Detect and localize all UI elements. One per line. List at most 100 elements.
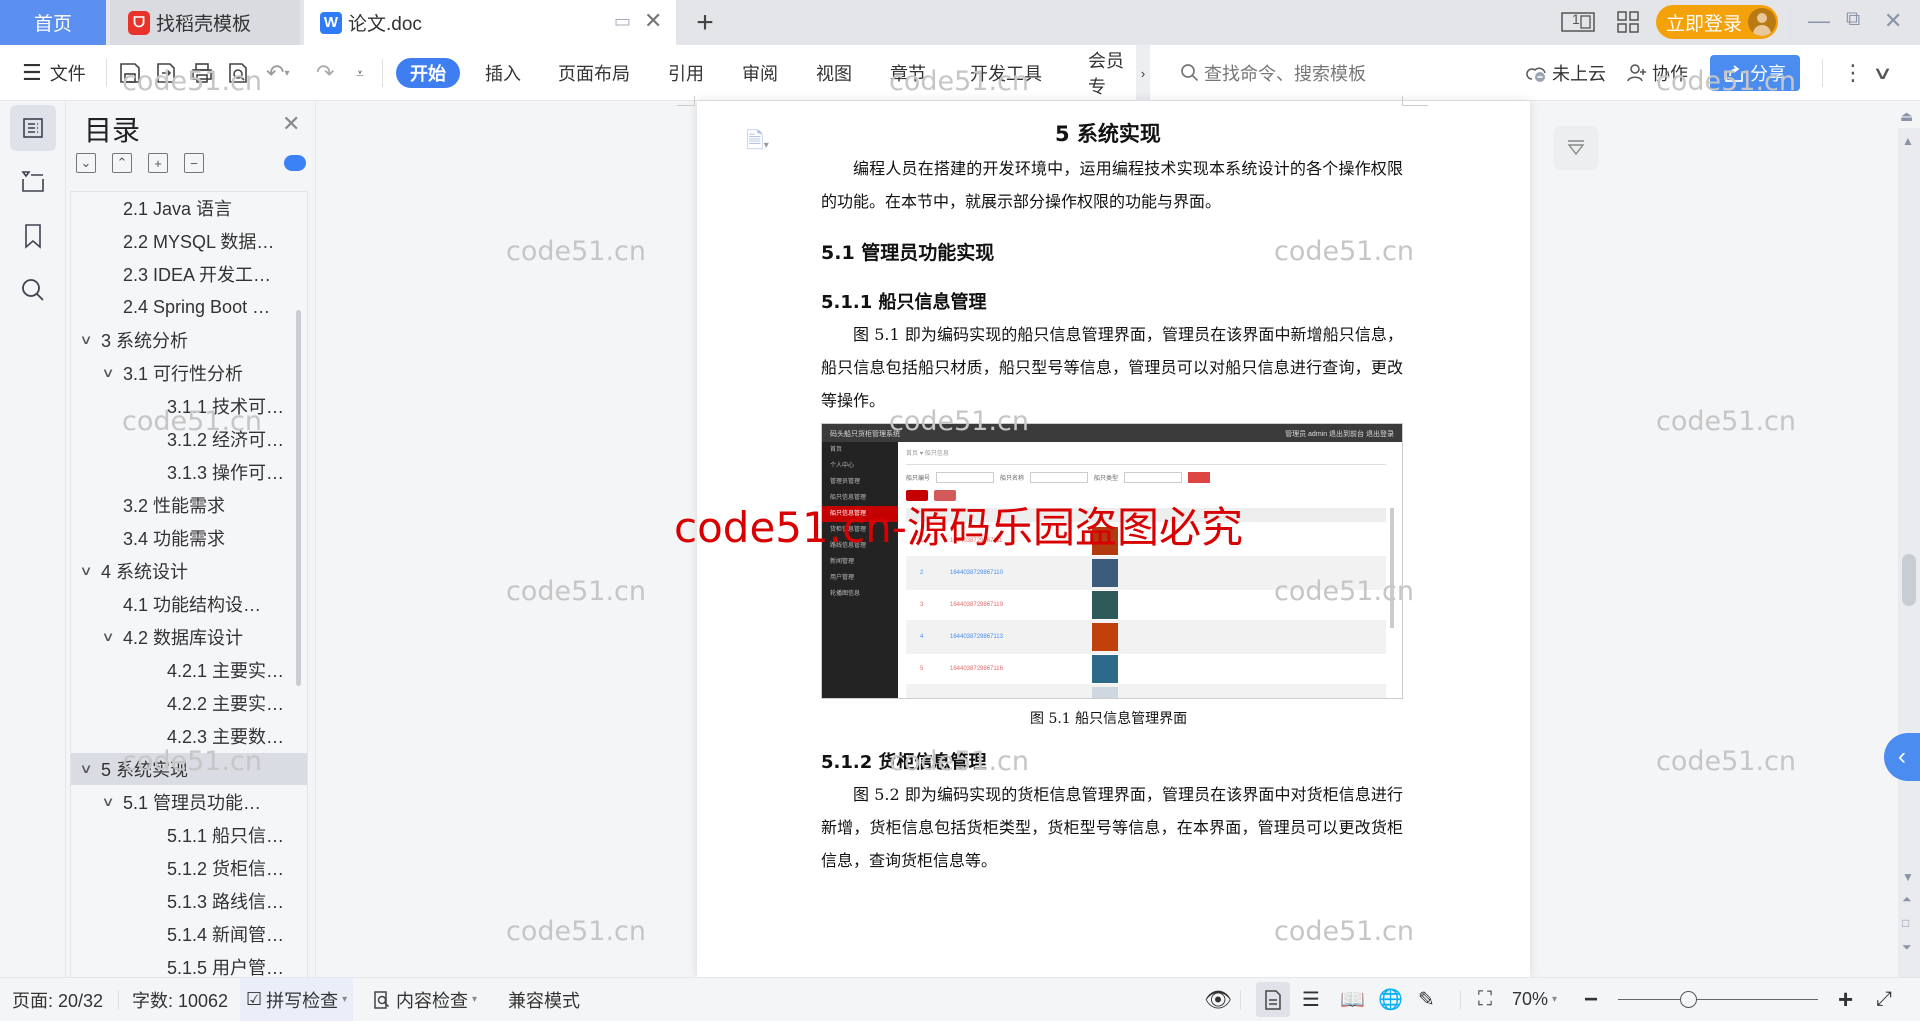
save-icon[interactable] (118, 45, 142, 101)
figure-5-1-image[interactable]: 码头船只货柜管理系统 管理员 admin 退出到前台 退出登录 首页 个人中心 管理员… (821, 423, 1403, 699)
collapse-ribbon-icon[interactable]: ∨ (1872, 45, 1893, 101)
more-options-icon[interactable]: ⋮ (1842, 45, 1864, 101)
cloud-status-button[interactable]: 未上云 (1526, 45, 1606, 101)
pin-window-icon[interactable]: ▭ (614, 11, 631, 32)
print-preview-icon[interactable] (226, 45, 250, 101)
toc-item[interactable]: 3.1.1 技术可… (71, 390, 307, 422)
menu-scroll-right-icon[interactable]: › (1136, 45, 1150, 101)
toc-item[interactable]: ∨ 3 系统分析 (71, 324, 307, 356)
page-nav-top-icon[interactable]: ⏏ (1900, 108, 1913, 125)
fit-page-icon[interactable]: ⛶ (1478, 978, 1492, 1021)
web-view-icon[interactable]: 🌐 (1378, 978, 1403, 1021)
zoom-out-button[interactable]: − (1584, 978, 1598, 1021)
toc-item[interactable]: 5.1.1 船只信… (71, 819, 307, 851)
page-count[interactable]: 页面: 20/32 (12, 978, 103, 1021)
write-view-icon[interactable]: ✎ (1418, 978, 1435, 1021)
menu-insert[interactable]: 插入 (485, 45, 521, 101)
zoom-in-button[interactable]: + (1838, 978, 1853, 1021)
outline-view-icon[interactable]: ☰ (1302, 978, 1320, 1021)
toc-item[interactable]: ∨ 4 系统设计 (71, 555, 307, 587)
content-check-button[interactable]: 内容检查 ▾ (372, 978, 477, 1021)
toc-item[interactable]: 3.4 功能需求 (71, 522, 307, 554)
tab-document[interactable]: W 论文.doc ▭ ✕ (304, 0, 676, 45)
menu-references[interactable]: 引用 (668, 45, 704, 101)
page-layout-icon[interactable]: 1 (1560, 8, 1596, 36)
login-button[interactable]: 立即登录 (1656, 5, 1778, 39)
toc-scrollbar[interactable] (296, 310, 301, 686)
tab-template[interactable]: ᗜ 找稻壳模板 (110, 0, 300, 45)
restore-icon[interactable]: ⧉ (1846, 8, 1860, 31)
menu-start[interactable]: 开始 (396, 58, 460, 88)
scroll-up-icon[interactable]: ▲ (1902, 134, 1914, 148)
page-view-button[interactable] (1256, 982, 1290, 1017)
redo-icon[interactable]: ↷ (316, 45, 334, 101)
chevron-down-icon[interactable]: ∨ (101, 629, 126, 645)
menu-view[interactable]: 视图 (816, 45, 852, 101)
print-icon[interactable] (190, 45, 214, 101)
collapse-up-button[interactable]: ⌃ (112, 153, 132, 173)
chevron-down-icon[interactable]: ∨ (101, 794, 126, 810)
export-icon[interactable] (154, 45, 178, 101)
word-count[interactable]: 字数: 10062 (132, 978, 228, 1021)
eye-protection-icon[interactable]: 👁 (1204, 978, 1232, 1021)
navigation-pane-button[interactable] (10, 159, 56, 205)
new-tab-button[interactable]: + (690, 0, 720, 45)
toc-item[interactable]: 4.2.3 主要数… (71, 720, 307, 752)
collapse-all-button[interactable]: − (184, 153, 204, 173)
toc-item[interactable]: 5.1.4 新闻管… (71, 918, 307, 950)
toc-item[interactable]: 3.1.2 经济可… (71, 423, 307, 455)
menu-page-layout[interactable]: 页面布局 (558, 45, 630, 101)
minimize-icon[interactable]: — (1808, 8, 1830, 34)
toc-item[interactable]: 2.4 Spring Boot … (71, 291, 307, 323)
search-command-input[interactable]: 查找命令、搜索模板 (1180, 45, 1366, 101)
toc-item[interactable]: 3.1.3 操作可… (71, 456, 307, 488)
doc-outline-icon[interactable]: 🗎▾ (746, 124, 769, 162)
scroll-down-icon[interactable]: ▼ (1902, 870, 1914, 884)
previous-page-icon[interactable]: ⏶ (1902, 892, 1912, 907)
close-window-icon[interactable]: ✕ (1884, 8, 1902, 34)
toc-item[interactable]: 4.1 功能结构设… (71, 588, 307, 620)
toc-item[interactable]: 4.2.1 主要实… (71, 654, 307, 686)
chevron-down-icon[interactable]: ∨ (79, 332, 104, 348)
find-button[interactable] (10, 267, 56, 313)
filter-toggle-button[interactable] (1556, 128, 1596, 168)
toc-item[interactable]: ∨ 5 系统实现 (71, 753, 307, 785)
spell-check-button[interactable]: ☑ 拼写检查 ▾ (240, 978, 354, 1021)
share-button[interactable]: 分享 (1710, 55, 1800, 91)
expand-down-button[interactable]: ⌄ (76, 153, 96, 173)
undo-icon[interactable]: ↶ ▾ (266, 45, 289, 101)
toc-item[interactable]: 2.1 Java 语言 (71, 192, 307, 224)
toc-item[interactable]: 5.1.2 货柜信… (71, 852, 307, 884)
menu-review[interactable]: 审阅 (742, 45, 778, 101)
toc-item[interactable]: ∨ 3.1 可行性分析 (71, 357, 307, 389)
collaborate-button[interactable]: 协作 (1626, 45, 1688, 101)
select-browse-object-icon[interactable]: □ (1902, 916, 1909, 930)
close-icon[interactable]: ✕ (282, 111, 300, 137)
toc-item[interactable]: 4.2.2 主要实… (71, 687, 307, 719)
toc-item[interactable]: 2.3 IDEA 开发工… (71, 258, 307, 290)
toc-item[interactable]: 5.1.3 路线信… (71, 885, 307, 917)
close-tab-icon[interactable]: ✕ (644, 8, 662, 34)
expand-all-button[interactable]: + (148, 153, 168, 173)
chevron-down-icon[interactable]: ∨ (101, 365, 126, 381)
smart-toc-icon[interactable] (284, 155, 306, 171)
zoom-slider[interactable] (1618, 999, 1818, 1000)
menu-developer[interactable]: 开发工具 (970, 45, 1042, 101)
toc-item[interactable]: 2.2 MYSQL 数据… (71, 225, 307, 257)
file-menu-button[interactable]: ☰ 文件 (22, 45, 86, 101)
scrollbar-thumb[interactable] (1902, 554, 1916, 606)
toc-panel-button[interactable] (10, 105, 56, 151)
tab-home[interactable]: 首页 (0, 0, 106, 45)
bookmark-button[interactable] (10, 213, 56, 259)
toc-item[interactable]: 5.1.5 用户管… (71, 951, 307, 977)
fullscreen-icon[interactable]: ⤢ (1876, 978, 1892, 1021)
vertical-scrollbar[interactable] (1898, 128, 1920, 977)
chevron-down-icon[interactable]: ∨ (79, 563, 104, 579)
toc-item[interactable]: 3.2 性能需求 (71, 489, 307, 521)
customize-toolbar-icon[interactable]: ⩡ (356, 45, 364, 101)
toc-list[interactable]: 2.1 Java 语言 2.2 MYSQL 数据… 2.3 IDEA 开发工… 2.4… (70, 191, 308, 977)
next-page-icon[interactable]: ⏷ (1902, 940, 1912, 955)
apps-grid-icon[interactable] (1614, 8, 1642, 36)
toc-item[interactable]: ∨ 5.1 管理员功能… (71, 786, 307, 818)
toc-item[interactable]: ∨ 4.2 数据库设计 (71, 621, 307, 653)
